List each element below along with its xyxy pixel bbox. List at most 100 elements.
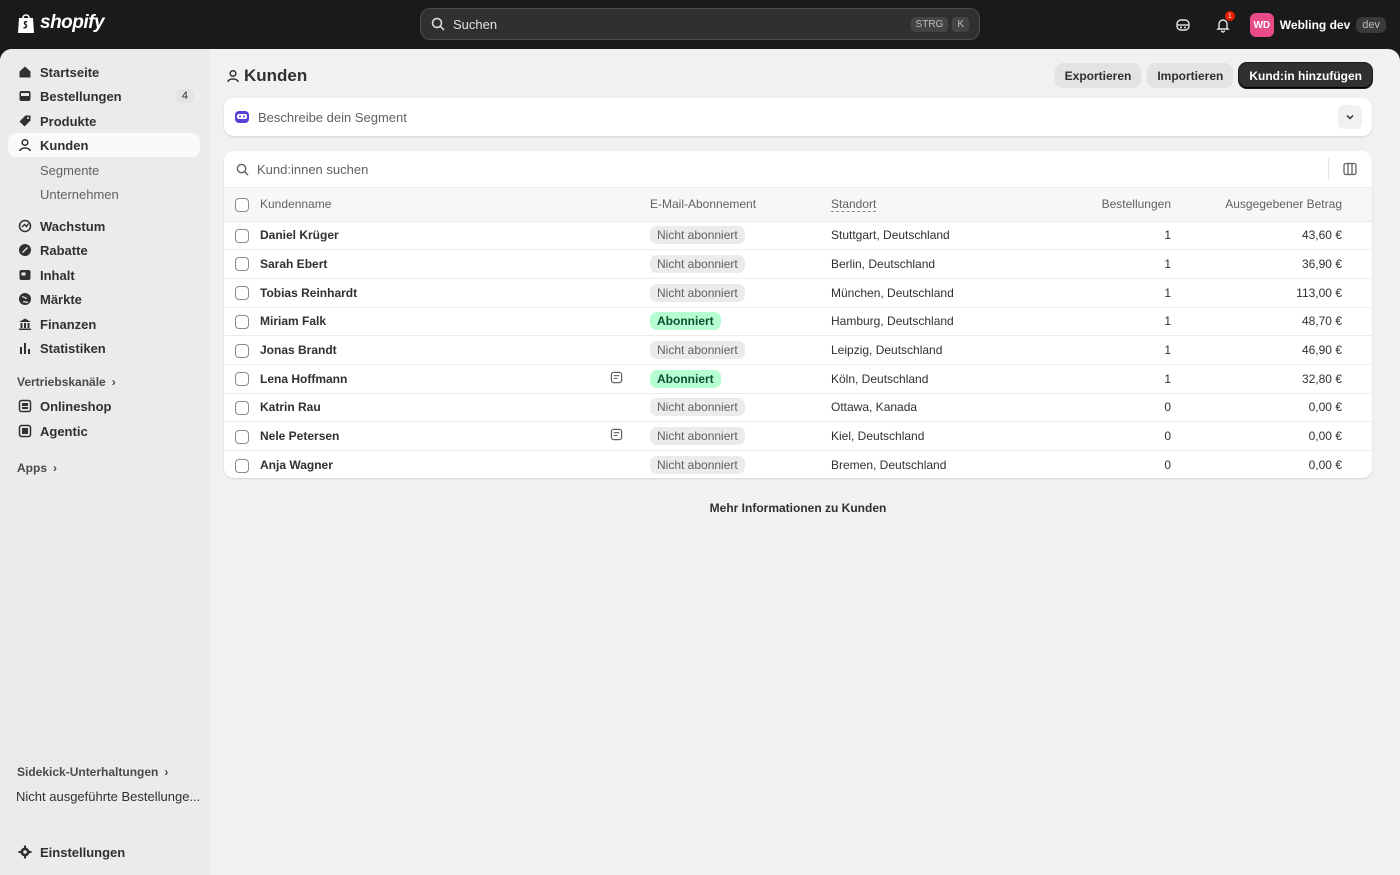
- column-header-name[interactable]: Kundenname: [260, 188, 610, 221]
- column-header-email[interactable]: E-Mail-Abonnement: [650, 188, 831, 221]
- sidebar-subitem-unternehmen[interactable]: Unternehmen: [40, 187, 119, 202]
- shopify-bag-icon: [18, 14, 34, 33]
- sidebar-item-kunden[interactable]: Kunden: [8, 133, 200, 157]
- table-row[interactable]: Nele Petersen Nicht abonniert Kiel, Deutsc…: [224, 421, 1372, 451]
- customer-location: Ottawa, Kanada: [831, 400, 918, 415]
- segment-input[interactable]: Beschreibe dein Segment: [224, 98, 1372, 136]
- avatar: WD: [1249, 13, 1274, 37]
- sidebar-item-wachstum[interactable]: Wachstum: [8, 214, 200, 238]
- customer-spent: 36,90 €: [1301, 257, 1342, 272]
- table-search-placeholder: Kund:innen suchen: [257, 161, 369, 177]
- store-menu[interactable]: WD Webling dev dev: [1249, 13, 1386, 37]
- search-icon: [431, 17, 445, 31]
- sidekick-conversation-item[interactable]: Nicht ausgeführte Bestellunge...: [16, 789, 200, 804]
- content-icon: [18, 268, 32, 282]
- table-row[interactable]: Tobias Reinhardt Nicht abonniert München, …: [224, 278, 1372, 307]
- sidebar-item-label: Finanzen: [40, 316, 97, 332]
- customer-name[interactable]: Nele Petersen: [260, 422, 610, 451]
- add-customer-button[interactable]: Kund:in hinzufügen: [1239, 63, 1372, 88]
- customer-name[interactable]: Jonas Brandt: [260, 336, 610, 365]
- row-checkbox[interactable]: [235, 228, 249, 243]
- table-row[interactable]: Anja Wagner Nicht abonniert Bremen, Deutsc…: [224, 450, 1372, 479]
- customer-orders: 0: [1164, 400, 1171, 415]
- sidebar-item-onlineshop[interactable]: Onlineshop: [8, 394, 200, 418]
- sidebar-item-inhalt[interactable]: Inhalt: [8, 263, 200, 287]
- row-checkbox[interactable]: [235, 400, 249, 415]
- customer-orders: 1: [1164, 371, 1171, 386]
- sidebar-item-label: Bestellungen: [40, 88, 122, 104]
- customer-name[interactable]: Katrin Rau: [260, 393, 610, 422]
- row-checkbox[interactable]: [235, 372, 249, 387]
- customer-name[interactable]: Daniel Krüger: [260, 221, 610, 250]
- customer-orders: 0: [1164, 458, 1171, 473]
- note-icon: [610, 371, 623, 384]
- column-header-orders[interactable]: Bestellungen: [1031, 188, 1171, 221]
- apps-heading[interactable]: Apps ›: [17, 461, 57, 475]
- customer-name[interactable]: Tobias Reinhardt: [260, 278, 610, 307]
- select-all-checkbox[interactable]: [235, 197, 249, 212]
- person-icon: [227, 69, 239, 83]
- sidebar-item-produkte[interactable]: Produkte: [8, 109, 200, 133]
- global-search-input[interactable]: Suchen STRG K: [420, 8, 980, 40]
- customer-spent: 113,00 €: [1296, 285, 1342, 300]
- row-checkbox[interactable]: [235, 257, 249, 272]
- customer-orders: 1: [1164, 285, 1171, 300]
- customer-name[interactable]: Sarah Ebert: [260, 250, 610, 279]
- email-subscription-badge: Nicht abonniert: [650, 226, 745, 245]
- sidekick-button[interactable]: [1170, 12, 1196, 38]
- sidekick-heading[interactable]: Sidekick-Unterhaltungen ›: [17, 765, 168, 779]
- row-checkbox[interactable]: [235, 286, 249, 301]
- sidebar-item-rabatte[interactable]: Rabatte: [8, 238, 200, 262]
- sidebar-item-label: Rabatte: [40, 242, 88, 258]
- bar-chart-icon: [18, 341, 32, 355]
- sidebar-item-startseite[interactable]: Startseite: [8, 60, 200, 84]
- table-row[interactable]: Miriam Falk Abonniert Hamburg, Deutschland…: [224, 307, 1372, 336]
- sidebar-subitem-segmente[interactable]: Segmente: [40, 163, 99, 178]
- import-button[interactable]: Importieren: [1147, 63, 1234, 88]
- growth-icon: [18, 219, 32, 233]
- segment-expand-button[interactable]: [1338, 105, 1362, 129]
- page-title-text: Kunden: [244, 66, 308, 85]
- customer-location: Kiel, Deutschland: [831, 429, 925, 444]
- table-row[interactable]: Daniel Krüger Nicht abonniert Stuttgart, D…: [224, 221, 1372, 250]
- customer-name[interactable]: Lena Hoffmann: [260, 364, 610, 393]
- table-search-input[interactable]: Kund:innen suchen: [224, 151, 1372, 188]
- sidebar-item-agentic[interactable]: Agentic: [8, 419, 200, 443]
- sales-channels-label: Vertriebskanäle: [17, 375, 106, 389]
- agentic-icon: [18, 424, 32, 438]
- table-row[interactable]: Katrin Rau Nicht abonniert Ottawa, Kanada 0…: [224, 393, 1372, 422]
- customer-orders: 1: [1164, 343, 1171, 358]
- email-subscription-badge: Nicht abonniert: [650, 398, 745, 417]
- segment-placeholder: Beschreibe dein Segment: [258, 109, 407, 125]
- sidebar-item-einstellungen[interactable]: Einstellungen: [8, 840, 200, 864]
- row-checkbox[interactable]: [235, 314, 249, 329]
- table-row[interactable]: Sarah Ebert Nicht abonniert Berlin, Deutsc…: [224, 249, 1372, 279]
- sales-channels-heading[interactable]: Vertriebskanäle ›: [17, 375, 116, 389]
- sidebar-item-bestellungen[interactable]: Bestellungen 4: [8, 84, 200, 108]
- columns-button[interactable]: [1328, 158, 1360, 180]
- column-header-spent[interactable]: Ausgegebener Betrag: [1171, 188, 1342, 221]
- table-header-row: Kundenname E-Mail-Abonnement Standort Be…: [224, 188, 1372, 221]
- shortcut-key-k: K: [952, 16, 969, 32]
- customer-name[interactable]: Miriam Falk: [260, 307, 610, 336]
- store-icon: [18, 399, 32, 413]
- search-icon: [236, 163, 249, 176]
- row-checkbox[interactable]: [235, 343, 249, 358]
- row-checkbox[interactable]: [235, 458, 249, 473]
- table-row[interactable]: Jonas Brandt Nicht abonniert Leipzig, Deut…: [224, 335, 1372, 365]
- sidekick-icon: [1176, 19, 1190, 31]
- export-button[interactable]: Exportieren: [1054, 63, 1142, 88]
- sidebar-item-maerkte[interactable]: Märkte: [8, 287, 200, 311]
- shopify-logo[interactable]: shopify: [16, 12, 105, 34]
- learn-more-link[interactable]: Mehr Informationen zu Kunden: [210, 501, 1386, 515]
- columns-icon: [1342, 162, 1357, 176]
- sidebar-item-label: Kunden: [40, 137, 89, 153]
- column-header-location[interactable]: Standort: [831, 197, 877, 213]
- sidebar-item-statistiken[interactable]: Statistiken: [8, 336, 200, 360]
- customer-name[interactable]: Anja Wagner: [260, 451, 610, 479]
- notifications-button[interactable]: 1: [1210, 11, 1236, 38]
- sidebar-item-finanzen[interactable]: Finanzen: [8, 312, 200, 336]
- row-checkbox[interactable]: [235, 429, 249, 444]
- table-row[interactable]: Lena Hoffmann Abonniert Köln, Deutschland 1…: [224, 364, 1372, 393]
- chevron-down-icon: [1346, 114, 1354, 120]
